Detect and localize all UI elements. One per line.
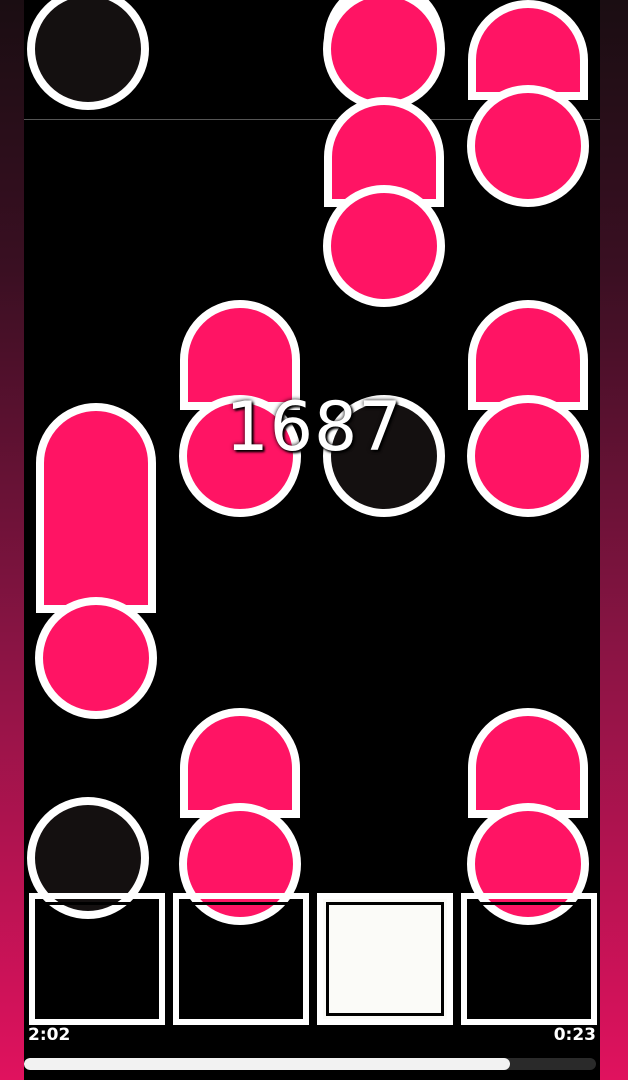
lane-key-2[interactable] [173, 893, 309, 1025]
note-dark [27, 0, 149, 110]
note-pink [323, 185, 445, 307]
game-stage: 1687 2:02 0:23 [0, 0, 628, 1080]
song-progress-fill [24, 1058, 511, 1070]
hold-note-body [468, 708, 588, 818]
note-pink [467, 85, 589, 207]
playfield [24, 0, 600, 1080]
score-counter: 1687 [225, 388, 403, 467]
remaining-time: 0:23 [553, 1025, 596, 1045]
lane-key-1[interactable] [29, 893, 165, 1025]
song-progress-bar [24, 1058, 596, 1070]
elapsed-time: 2:02 [28, 1025, 71, 1045]
lane-key-3-pressed[interactable] [317, 893, 453, 1025]
note-pink [35, 597, 157, 719]
note-pink [323, 0, 445, 110]
hold-note-body [180, 708, 300, 818]
lane-key-4[interactable] [461, 893, 597, 1025]
